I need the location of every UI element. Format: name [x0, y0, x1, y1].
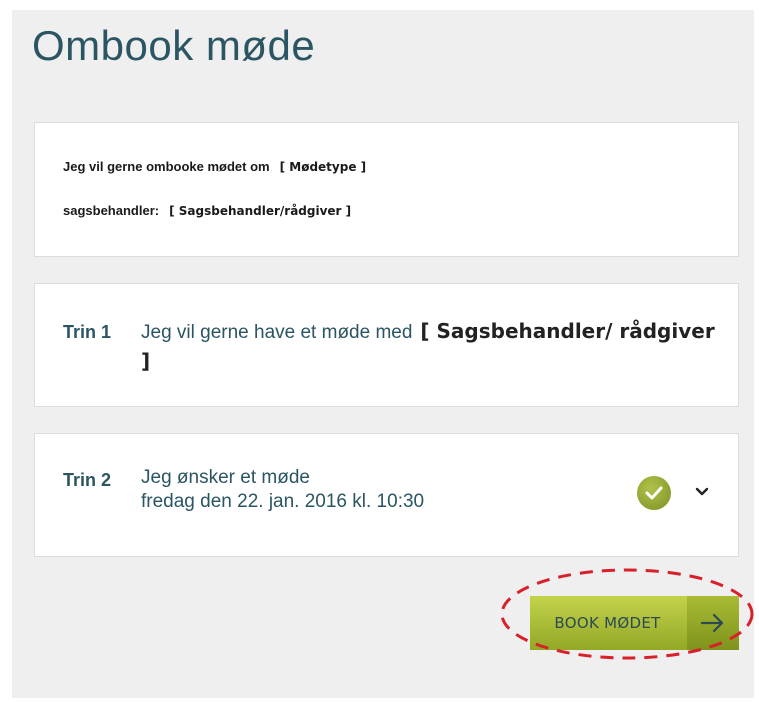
info-line-caseworker: sagsbehandler: [ Sagsbehandler/rådgiver ]	[63, 203, 351, 218]
step1-text: Jeg vil gerne have et møde med	[141, 322, 413, 343]
book-button-label: BOOK MØDET	[554, 614, 661, 632]
step2-date-time: fredag den 22. jan. 2016 kl. 10:30	[141, 491, 425, 512]
info-line-meeting-type: Jeg vil gerne ombooke mødet om [ Mødetype…	[63, 159, 366, 174]
step2-text-line1: Jeg ønsker et møde	[141, 467, 310, 488]
arrow-right-icon	[687, 596, 739, 650]
caseworker-placeholder: [ Sagsbehandler/rådgiver ]	[169, 204, 352, 218]
chevron-down-icon[interactable]	[695, 484, 709, 502]
step1-card[interactable]: Trin 1 Jeg vil gerne have et møde med[ S…	[34, 283, 739, 407]
info-text: sagsbehandler:	[63, 203, 160, 218]
step1-description: Jeg vil gerne have et møde med[ Sagsbeha…	[141, 317, 716, 377]
book-meeting-button[interactable]: BOOK MØDET	[530, 596, 739, 650]
info-text: Jeg vil gerne ombooke mødet om	[63, 159, 270, 174]
step2-label: Trin 2	[63, 470, 112, 490]
page-title: Ombook møde	[32, 22, 316, 69]
meeting-type-placeholder: [ Mødetype ]	[279, 160, 367, 174]
check-circle-icon	[637, 476, 671, 510]
info-card: Jeg vil gerne ombooke mødet om [ Mødetype…	[34, 122, 739, 257]
step1-label: Trin 1	[63, 322, 112, 342]
step2-card[interactable]: Trin 2 Jeg ønsker et møde fredag den 22.…	[34, 433, 739, 557]
step2-description: Jeg ønsker et møde fredag den 22. jan. 2…	[141, 466, 424, 514]
